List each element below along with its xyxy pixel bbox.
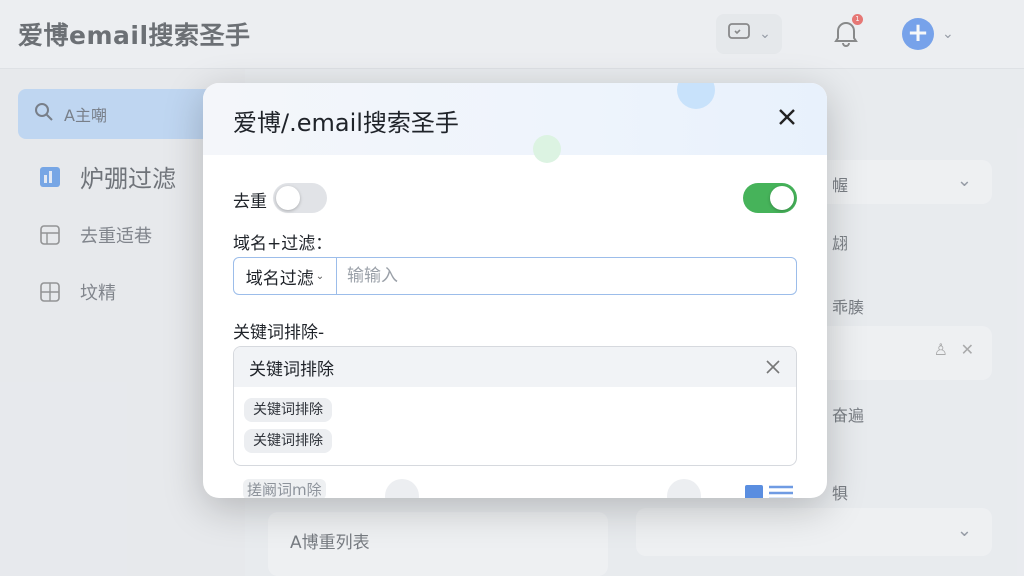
keyword-box-header: 关键词排除: [234, 347, 796, 387]
close-button[interactable]: [773, 103, 801, 131]
keyword-chip[interactable]: 关键词排除: [244, 429, 332, 453]
clear-icon[interactable]: [764, 358, 782, 376]
action-icon[interactable]: [667, 479, 701, 498]
toggle-knob: [276, 186, 300, 210]
footer-peek-label: 搓阚词m除: [243, 479, 326, 498]
chevron-down-icon: ⌄: [315, 270, 325, 282]
domain-filter-label: 域名+过滤：: [233, 234, 333, 254]
decor-bubble: [677, 83, 715, 109]
close-icon: [779, 109, 795, 125]
toggle-knob: [770, 186, 794, 210]
option-toggle[interactable]: [743, 183, 797, 213]
keyword-chip[interactable]: 关键词排除: [244, 398, 332, 422]
domain-filter-row: 域名过滤 ⌄: [233, 257, 797, 295]
list-icon[interactable]: [745, 483, 793, 498]
domain-filter-select[interactable]: 域名过滤 ⌄: [234, 258, 337, 294]
dialog-header: 爱博/.email搜索圣手: [203, 83, 827, 163]
dialog-title: 爱博/.email搜索圣手: [233, 109, 459, 137]
search-settings-dialog: 爱博/.email搜索圣手 去重 域名+过滤： 域名过滤 ⌄ 关键词排除- 关键…: [203, 83, 827, 498]
keyword-exclude-box: 关键词排除 关键词排除 关键词排除: [233, 346, 797, 466]
domain-filter-input[interactable]: [337, 258, 796, 294]
domain-select-value: 域名过滤: [245, 268, 314, 289]
dedupe-toggle[interactable]: [273, 183, 327, 213]
keyword-exclude-label: 关键词排除-: [233, 323, 325, 343]
keyword-box-title: 关键词排除: [249, 359, 334, 380]
dedupe-label: 去重: [233, 192, 267, 212]
action-icon[interactable]: [385, 479, 419, 498]
decor-bubble: [533, 135, 561, 163]
